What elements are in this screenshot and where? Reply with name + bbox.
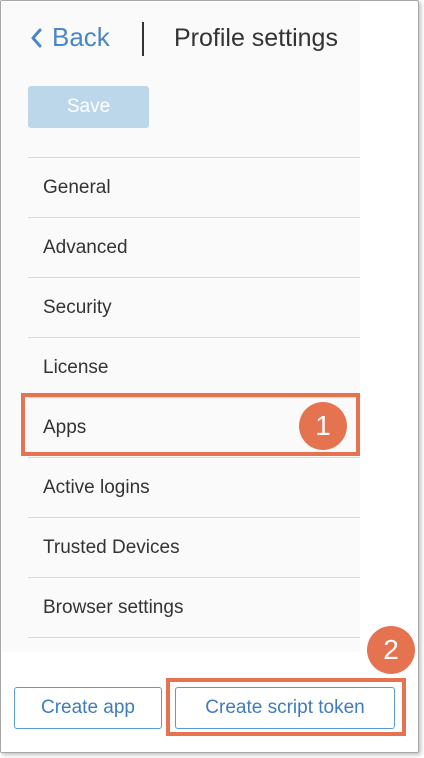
create-app-button[interactable]: Create app <box>14 687 162 729</box>
nav-item-trusted-devices[interactable]: Trusted Devices <box>28 518 360 578</box>
step-1-badge: 1 <box>299 402 347 450</box>
nav-item-license[interactable]: License <box>28 338 360 398</box>
nav-item-general[interactable]: General <box>28 158 360 218</box>
nav-item-browser-settings[interactable]: Browser settings <box>28 578 360 638</box>
create-token-highlight-box <box>166 678 406 736</box>
page-title: Profile settings <box>174 24 338 52</box>
back-label: Back <box>52 22 110 52</box>
chevron-left-icon <box>31 28 42 47</box>
nav-item-advanced[interactable]: Advanced <box>28 218 360 278</box>
header-divider <box>142 22 144 56</box>
settings-panel: Back Profile settings Save General Advan… <box>2 2 360 652</box>
nav-item-security[interactable]: Security <box>28 278 360 338</box>
save-button[interactable]: Save <box>28 86 149 128</box>
header-bar: Back Profile settings <box>2 2 360 82</box>
back-button[interactable]: Back <box>30 22 110 53</box>
step-2-badge: 2 <box>367 626 415 674</box>
settings-window: Back Profile settings Save General Advan… <box>0 0 419 753</box>
nav-item-active-logins[interactable]: Active logins <box>28 458 360 518</box>
